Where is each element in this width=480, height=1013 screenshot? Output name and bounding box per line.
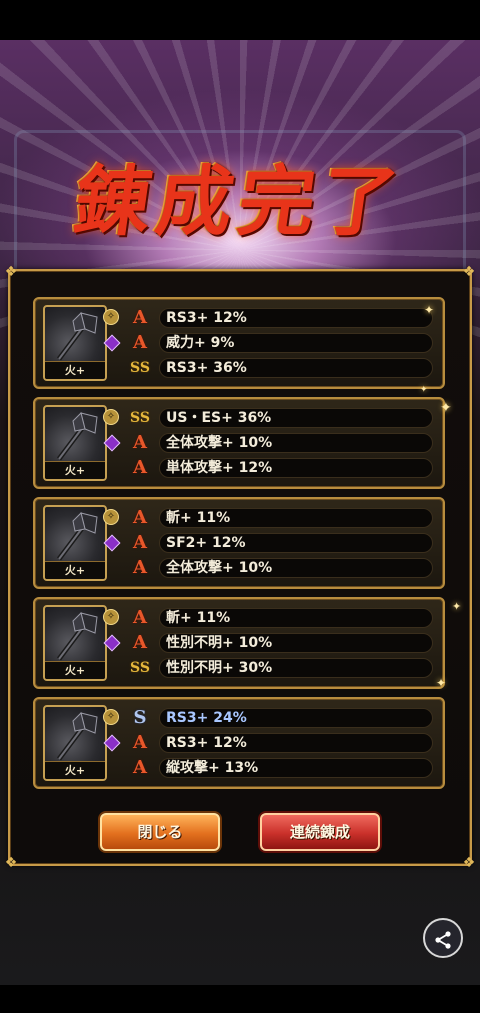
corner-ornament-icon: ❖ <box>462 855 476 871</box>
stat-text: 単体攻撃+ 12% <box>159 458 433 478</box>
rank-a-icon: A <box>133 332 147 353</box>
stat-row: A 全体攻撃+ 10% <box>129 557 433 579</box>
rank-a-icon: A <box>133 532 147 553</box>
sparkle-icon: ✦ <box>440 400 452 416</box>
stat-text: SF2+ 12% <box>159 533 433 553</box>
stat-row: A 縦攻撃+ 13% <box>129 757 433 779</box>
result-card: 火+ ✧ A RS3+ 12% A 威力+ 9% SS RS3+ 36% <box>33 297 445 389</box>
rank-ss-icon: SS <box>130 360 150 376</box>
corner-ornament-icon: ❖ <box>4 855 18 871</box>
stat-row: SS US・ES+ 36% <box>129 407 433 429</box>
rank-ss-icon: SS <box>130 660 150 676</box>
corner-ornament-icon: ❖ <box>4 264 18 280</box>
weapon-slot: 火+ <box>43 305 107 381</box>
result-card: 火+ ✧ SS US・ES+ 36% A 全体攻撃+ 10% A 単体攻撃+ 12% <box>33 397 445 489</box>
stat-text: 威力+ 9% <box>159 333 433 353</box>
page-title: 錬成完了 <box>68 157 410 246</box>
stat-row: A 単体攻撃+ 12% <box>129 457 433 479</box>
stat-row: S RS3+ 24% <box>129 707 433 729</box>
rank-emblem-icon: ✧ <box>103 609 119 625</box>
sparkle-icon: ✦ <box>424 303 435 317</box>
rank-emblem-icon: ✧ <box>103 309 119 325</box>
weapon-element-label: 火+ <box>45 661 105 679</box>
stat-row: SS RS3+ 36% <box>129 357 433 379</box>
stat-row: A SF2+ 12% <box>129 532 433 554</box>
stat-text: RS3+ 24% <box>159 708 433 728</box>
rank-a-icon: A <box>133 557 147 578</box>
rank-s-icon: S <box>133 707 147 728</box>
bottom-bar <box>0 985 480 1013</box>
weapon-element-label: 火+ <box>45 361 105 379</box>
share-icon <box>433 926 453 950</box>
rank-a-icon: A <box>133 457 147 478</box>
rank-ss-icon: SS <box>130 410 150 426</box>
axe-weapon-icon <box>57 512 98 561</box>
result-card: 火+ ✧ S RS3+ 24% A RS3+ 12% A 縦攻撃+ 13% <box>33 697 445 789</box>
stat-row: A RS3+ 12% <box>129 732 433 754</box>
rank-a-icon: A <box>133 432 147 453</box>
stat-row: A 性別不明+ 10% <box>129 632 433 654</box>
result-card: 火+ ✧ A 斬+ 11% A SF2+ 12% A 全体攻撃+ 10% <box>33 497 445 589</box>
weapon-element-label: 火+ <box>45 561 105 579</box>
weapon-slot: 火+ <box>43 405 107 481</box>
stat-row: A RS3+ 12% <box>129 307 433 329</box>
stat-text: 斬+ 11% <box>159 608 433 628</box>
sparkle-icon: ✦ <box>452 600 462 613</box>
rank-a-icon: A <box>133 732 147 753</box>
stat-row: A 斬+ 11% <box>129 507 433 529</box>
rank-a-icon: A <box>133 607 147 628</box>
corner-ornament-icon: ❖ <box>462 264 476 280</box>
sparkle-icon: ✦ <box>436 676 447 690</box>
stat-text: 性別不明+ 30% <box>159 658 433 678</box>
stat-text: 斬+ 11% <box>159 508 433 528</box>
weapon-slot: 火+ <box>43 605 107 681</box>
stat-row: A 威力+ 9% <box>129 332 433 354</box>
axe-weapon-icon <box>57 612 98 661</box>
rank-a-icon: A <box>133 632 147 653</box>
weapon-element-label: 火+ <box>45 461 105 479</box>
repeat-refine-button[interactable]: 連続錬成 <box>260 813 380 851</box>
axe-weapon-icon <box>57 312 98 361</box>
stat-text: RS3+ 12% <box>159 733 433 753</box>
result-card: 火+ ✧ A 斬+ 11% A 性別不明+ 10% SS 性別不明+ 30% <box>33 597 445 689</box>
rank-a-icon: A <box>133 507 147 528</box>
weapon-element-label: 火+ <box>45 761 105 779</box>
stat-row: A 斬+ 11% <box>129 607 433 629</box>
rank-a-icon: A <box>133 307 147 328</box>
share-button[interactable] <box>423 918 463 958</box>
axe-weapon-icon <box>57 412 98 461</box>
rank-a-icon: A <box>133 757 147 778</box>
sparkle-icon: ✦ <box>420 385 428 395</box>
rank-emblem-icon: ✧ <box>103 509 119 525</box>
weapon-slot: 火+ <box>43 705 107 781</box>
close-button[interactable]: 閉じる <box>100 813 220 851</box>
weapon-slot: 火+ <box>43 505 107 581</box>
axe-weapon-icon <box>57 712 98 761</box>
stat-text: US・ES+ 36% <box>159 408 433 428</box>
stat-text: 全体攻撃+ 10% <box>159 433 433 453</box>
stat-row: A 全体攻撃+ 10% <box>129 432 433 454</box>
stat-text: RS3+ 36% <box>159 358 433 378</box>
stat-text: 性別不明+ 10% <box>159 633 433 653</box>
stat-text: RS3+ 12% <box>159 308 433 328</box>
rank-emblem-icon: ✧ <box>103 709 119 725</box>
stat-row: SS 性別不明+ 30% <box>129 657 433 679</box>
stat-text: 全体攻撃+ 10% <box>159 558 433 578</box>
status-bar <box>0 0 480 40</box>
rank-emblem-icon: ✧ <box>103 409 119 425</box>
stat-text: 縦攻撃+ 13% <box>159 758 433 778</box>
